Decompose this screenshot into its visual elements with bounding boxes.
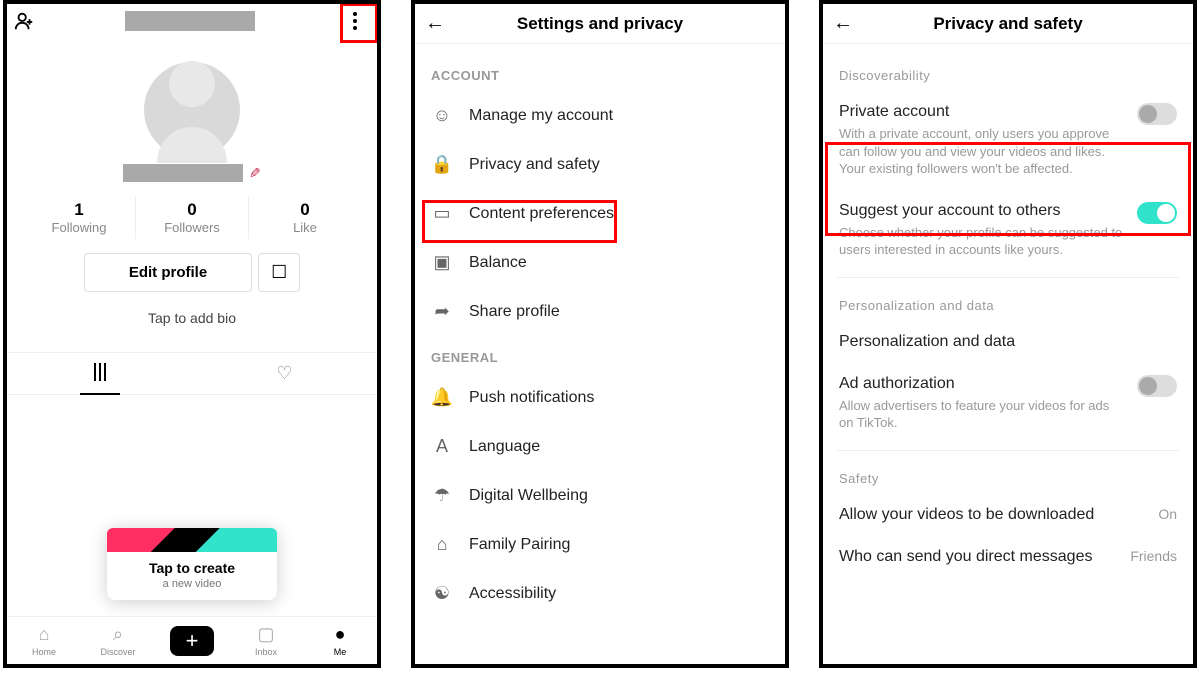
item-share-profile[interactable]: ➦Share profile [415,287,785,336]
username-row: ✎ [7,164,377,182]
section-discoverability: Discoverability [823,54,1193,91]
handle-redacted [123,164,243,182]
video-icon: ▭ [431,203,453,224]
item-family-pairing[interactable]: ⌂Family Pairing [415,520,785,569]
privacy-screen: ← Privacy and safety Discoverability Pri… [819,0,1197,668]
profile-topbar [7,4,377,32]
adauth-desc: Allow advertisers to feature your videos… [839,397,1127,432]
bookmark-icon: ☐ [271,262,287,283]
settings-screen: ← Settings and privacy ACCOUNT ☺Manage m… [411,0,789,668]
nav-discover[interactable]: ⌕Discover [81,624,155,657]
personalization-title: Personalization and data [839,333,1177,351]
plus-icon: + [170,626,214,656]
download-value: On [1158,506,1177,522]
bookmark-button[interactable]: ☐ [258,253,300,292]
item-accessibility[interactable]: ☯Accessibility [415,569,785,618]
grid-icon [94,363,106,384]
suggest-title: Suggest your account to others [839,202,1127,220]
more-menu-button[interactable] [339,12,371,30]
adauth-title: Ad authorization [839,375,1127,393]
vertical-dots-icon [353,12,357,30]
wallet-icon: ▣ [431,252,453,273]
private-account-desc: With a private account, only users you a… [839,125,1127,178]
privacy-header: ← Privacy and safety [823,4,1193,44]
nav-create[interactable]: + [155,626,229,656]
person-icon: ☺ [431,105,453,126]
nav-home[interactable]: ⌂Home [7,624,81,657]
bell-icon: 🔔 [431,387,453,408]
back-icon[interactable]: ← [425,12,455,35]
person-icon: ● [335,624,346,645]
item-language[interactable]: ALanguage [415,422,785,471]
tab-liked[interactable]: ♡ [192,353,377,394]
item-digital-wellbeing[interactable]: ☂Digital Wellbeing [415,471,785,520]
item-suggest-account[interactable]: Suggest your account to others Choose wh… [823,190,1193,271]
private-account-toggle[interactable] [1137,103,1177,125]
tooltip-art [107,528,277,552]
section-account: ACCOUNT [415,54,785,91]
dm-title: Who can send you direct messages [839,548,1120,566]
section-general: GENERAL [415,336,785,373]
home-icon: ⌂ [39,624,50,645]
item-privacy-safety[interactable]: 🔒Privacy and safety [415,140,785,189]
tooltip-title: Tap to create [127,560,257,576]
profile-screen: ✎ 1Following 0Followers 0Like Edit profi… [3,0,381,668]
umbrella-icon: ☂ [431,485,453,506]
content-tabs: ♡ [7,352,377,395]
suggest-toggle[interactable] [1137,202,1177,224]
stats-row: 1Following 0Followers 0Like [7,196,377,239]
item-personalization-data[interactable]: Personalization and data [823,321,1193,363]
dm-value: Friends [1130,548,1177,564]
section-safety: Safety [823,457,1193,494]
settings-title: Settings and privacy [455,14,745,34]
item-content-preferences[interactable]: ▭Content preferences [415,189,785,238]
add-user-icon[interactable] [13,10,41,32]
heart-lock-icon: ♡ [276,363,292,384]
language-icon: A [431,436,453,457]
add-bio-button[interactable]: Tap to add bio [7,310,377,326]
edit-name-icon[interactable]: ✎ [249,165,261,182]
nav-inbox[interactable]: ▢Inbox [229,624,303,657]
lock-icon: 🔒 [431,154,453,175]
settings-list[interactable]: ACCOUNT ☺Manage my account 🔒Privacy and … [415,44,785,664]
following-stat[interactable]: 1Following [23,196,136,239]
followers-stat[interactable]: 0Followers [136,196,249,239]
private-account-title: Private account [839,103,1127,121]
nav-me[interactable]: ●Me [303,624,377,657]
privacy-list[interactable]: Discoverability Private account With a p… [823,44,1193,664]
item-direct-messages[interactable]: Who can send you direct messages Friends [823,536,1193,578]
inbox-icon: ▢ [257,624,274,645]
search-icon: ⌕ [113,624,123,645]
avatar[interactable] [7,32,377,158]
house-icon: ⌂ [431,534,453,555]
section-personalization: Personalization and data [823,284,1193,321]
privacy-title: Privacy and safety [863,14,1153,34]
item-private-account[interactable]: Private account With a private account, … [823,91,1193,190]
adauth-toggle[interactable] [1137,375,1177,397]
suggest-desc: Choose whether your profile can be sugge… [839,224,1127,259]
back-icon[interactable]: ← [833,12,863,35]
item-balance[interactable]: ▣Balance [415,238,785,287]
tooltip-sub: a new video [127,578,257,590]
download-title: Allow your videos to be downloaded [839,506,1148,524]
bottom-nav: ⌂Home ⌕Discover + ▢Inbox ●Me [7,616,377,664]
settings-header: ← Settings and privacy [415,4,785,44]
item-allow-downloads[interactable]: Allow your videos to be downloaded On [823,494,1193,536]
share-icon: ➦ [431,301,453,322]
accessibility-icon: ☯ [431,583,453,604]
create-video-tooltip[interactable]: Tap to create a new video [107,528,277,600]
item-manage-account[interactable]: ☺Manage my account [415,91,785,140]
edit-profile-button[interactable]: Edit profile [84,253,252,292]
item-ad-authorization[interactable]: Ad authorization Allow advertisers to fe… [823,363,1193,444]
like-stat[interactable]: 0Like [249,196,361,239]
item-push-notifications[interactable]: 🔔Push notifications [415,373,785,422]
username-redacted [125,11,255,31]
tab-videos[interactable] [7,353,192,394]
